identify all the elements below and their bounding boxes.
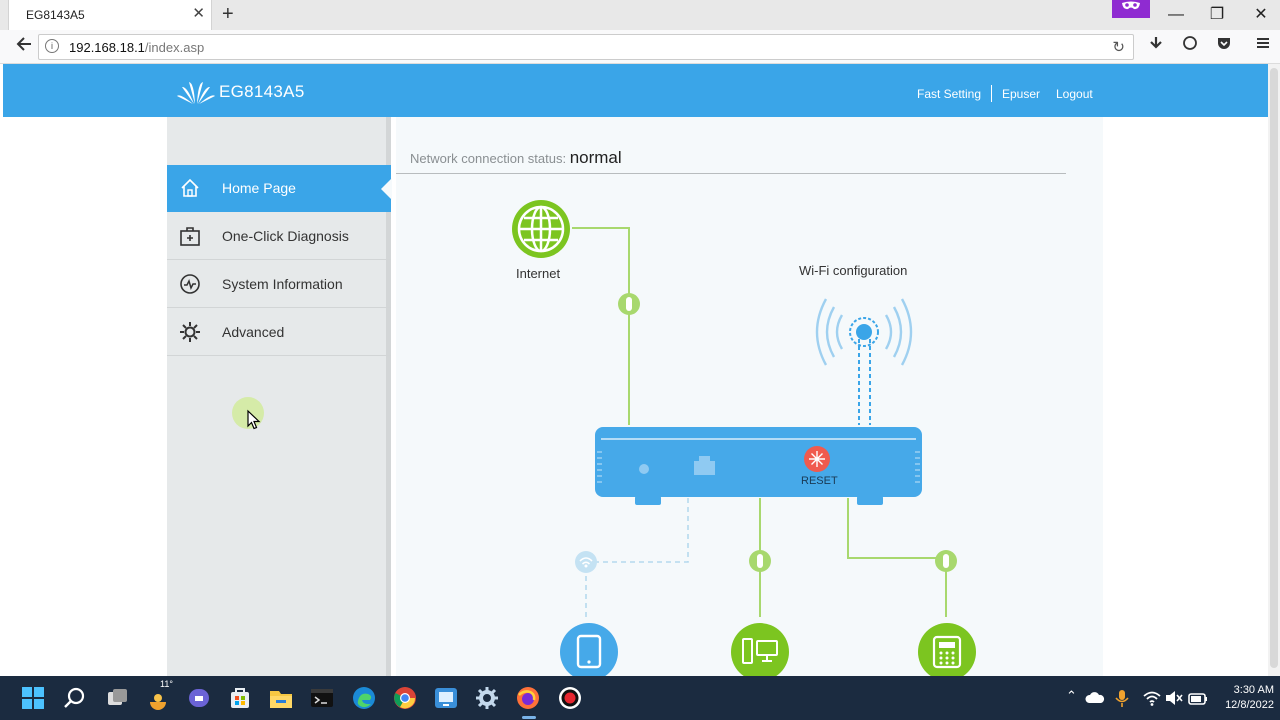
downloads-icon[interactable]	[1144, 35, 1168, 59]
clock-time: 3:30 AM	[1233, 684, 1274, 696]
remote-desktop-icon[interactable]	[434, 686, 458, 710]
windows-taskbar: 11° ⌃ 3:30 AM 12/8/2022	[0, 676, 1280, 720]
firefox-icon[interactable]	[516, 686, 540, 710]
link-divider	[991, 85, 992, 102]
store-icon[interactable]	[228, 686, 252, 710]
sidebar-item-label: One-Click Diagnosis	[222, 228, 349, 244]
reset-label: RESET	[801, 475, 838, 487]
wifi-config-label[interactable]: Wi-Fi configuration	[799, 263, 907, 278]
logout-link[interactable]: Logout	[1056, 87, 1093, 101]
main-content: Network connection status: normal Intern…	[396, 117, 1103, 676]
computer-icon[interactable]	[731, 623, 789, 676]
sidebar-item-label: Advanced	[222, 324, 285, 340]
menu-icon[interactable]	[1251, 35, 1275, 59]
screen-recorder-icon[interactable]	[558, 686, 582, 710]
sidebar: Home Page One-Click Diagnosis System Inf…	[167, 117, 392, 676]
sidebar-item-label: Home Page	[222, 180, 296, 196]
info-icon[interactable]: i	[45, 39, 59, 53]
medkit-icon	[180, 227, 200, 246]
chat-app-icon[interactable]	[187, 686, 211, 710]
fast-setting-link[interactable]: Fast Setting	[917, 87, 981, 101]
wireless-link	[585, 498, 689, 617]
wifi-link-icon	[575, 551, 597, 573]
url-text[interactable]: 192.168.18.1/index.asp	[69, 40, 204, 55]
back-arrow-icon	[16, 37, 31, 51]
edge-icon[interactable]	[352, 686, 376, 710]
reset-button-icon[interactable]	[804, 446, 830, 472]
active-app-indicator	[522, 716, 536, 719]
page-scrollbar[interactable]	[1268, 64, 1280, 676]
clock-date: 12/8/2022	[1225, 699, 1274, 711]
new-tab-button[interactable]: +	[222, 4, 234, 24]
mask-icon	[1112, 0, 1150, 18]
pulse-icon	[180, 274, 200, 294]
address-bar[interactable]: i 192.168.18.1/index.asp ↻	[38, 34, 1134, 60]
wifi-antenna-icon[interactable]	[815, 298, 913, 425]
sidebar-item-system-info[interactable]: System Information	[167, 261, 391, 308]
link-plug-icon	[618, 293, 640, 315]
router-header: EG8143A5 Fast Setting Epuser Logout	[3, 64, 1268, 117]
pocket-icon[interactable]	[1212, 35, 1236, 59]
globe-icon[interactable]	[512, 200, 570, 258]
restore-button[interactable]: ❐	[1200, 3, 1234, 27]
gear-icon	[180, 322, 200, 342]
url-host: 192.168.18.1	[69, 40, 145, 55]
chevron-up-icon[interactable]: ⌃	[1066, 688, 1077, 704]
microphone-icon[interactable]	[1113, 688, 1131, 708]
device-model: EG8143A5	[219, 82, 305, 101]
system-clock[interactable]: 3:30 AM 12/8/2022	[1212, 683, 1274, 713]
user-link[interactable]: Epuser	[1002, 87, 1040, 101]
settings-gear-icon[interactable]	[475, 686, 499, 710]
sidebar-item-home[interactable]: Home Page	[167, 165, 392, 212]
link-plug-icon	[935, 550, 957, 572]
sidebar-item-label: System Information	[222, 276, 343, 292]
network-topology-diagram	[512, 200, 976, 676]
close-window-button[interactable]: ✕	[1244, 3, 1278, 27]
weather-icon[interactable]: 11°	[146, 679, 173, 710]
reload-icon[interactable]: ↻	[1112, 38, 1125, 56]
cloud-icon[interactable]	[1085, 688, 1105, 708]
chrome-icon[interactable]	[393, 686, 417, 710]
chat-icon[interactable]	[1178, 35, 1202, 59]
active-indicator	[381, 178, 392, 200]
weather-temp: 11°	[160, 679, 173, 689]
browser-titlebar: EG8143A5 ✕ + — ❐ ✕	[0, 0, 1280, 30]
telephone-icon[interactable]	[918, 623, 976, 676]
url-path: /index.asp	[144, 40, 205, 55]
home-icon	[181, 178, 199, 197]
tablet-icon[interactable]	[560, 623, 618, 676]
tab-title: EG8143A5	[26, 8, 85, 22]
search-icon[interactable]	[63, 686, 87, 710]
back-button[interactable]	[12, 35, 36, 59]
windows-start-icon[interactable]	[21, 686, 45, 710]
file-explorer-icon[interactable]	[269, 686, 293, 710]
wifi-status-icon[interactable]	[1142, 688, 1162, 708]
power-indicator-icon	[639, 464, 649, 474]
volume-muted-icon[interactable]	[1164, 688, 1184, 708]
browser-navbar: i 192.168.18.1/index.asp ↻	[0, 30, 1280, 64]
battery-icon[interactable]	[1187, 688, 1209, 708]
link-plug-icon	[749, 550, 771, 572]
huawei-logo-icon	[177, 82, 215, 104]
terminal-icon[interactable]	[310, 686, 334, 710]
minimize-button[interactable]: —	[1159, 3, 1193, 27]
tab-close-icon[interactable]: ✕	[192, 5, 205, 23]
internet-label: Internet	[516, 266, 561, 281]
sidebar-item-diagnosis[interactable]: One-Click Diagnosis	[167, 213, 391, 260]
browser-tab[interactable]: EG8143A5 ✕	[8, 0, 212, 30]
sidebar-item-advanced[interactable]: Advanced	[167, 309, 391, 356]
task-view-icon[interactable]	[105, 686, 129, 710]
mouse-cursor-icon	[247, 409, 261, 430]
scroll-thumb[interactable]	[1270, 68, 1278, 668]
